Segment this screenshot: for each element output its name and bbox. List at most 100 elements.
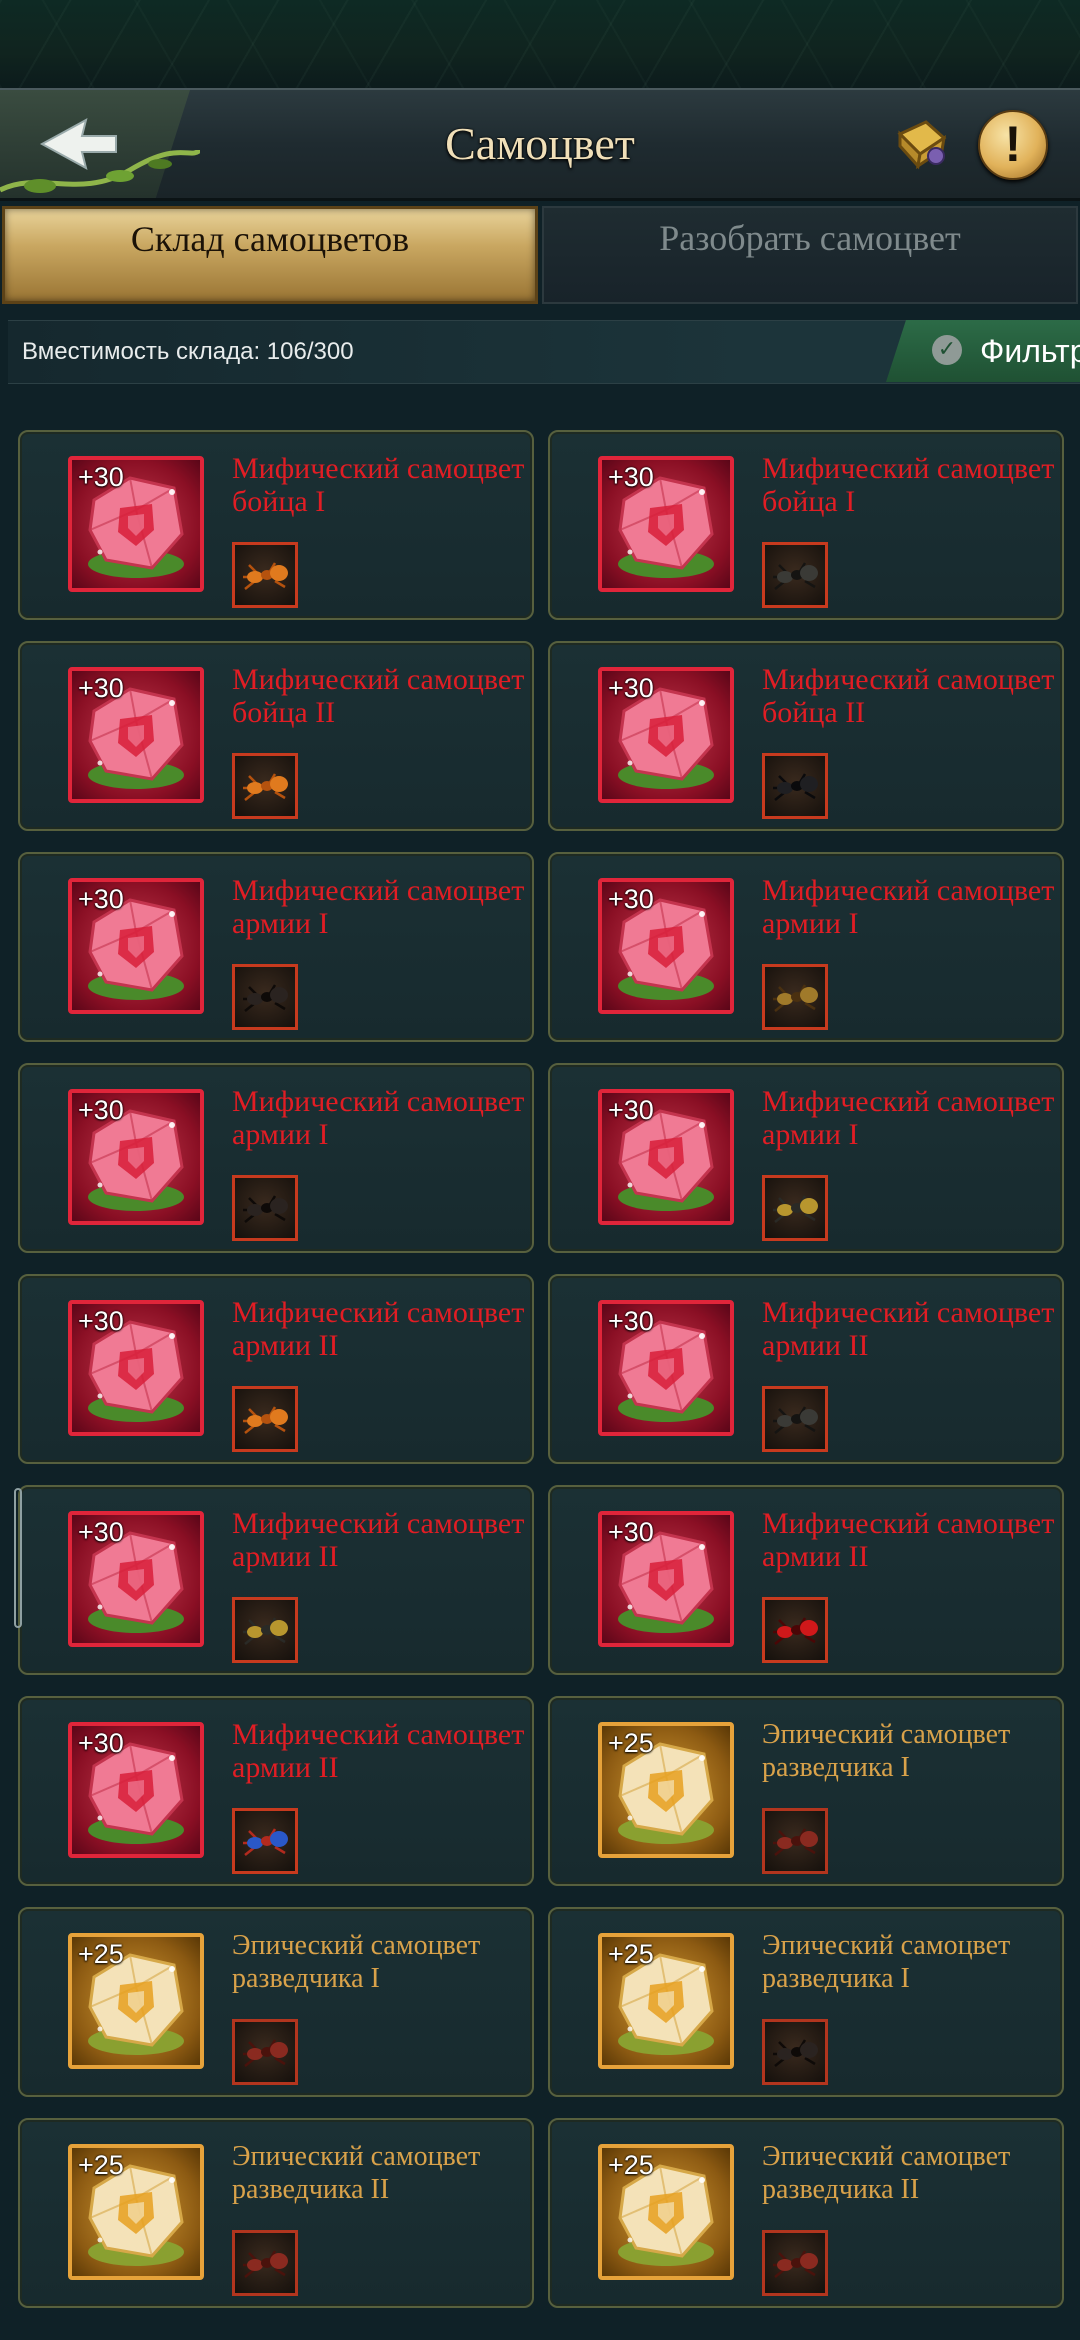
gem-card[interactable]: +30 Мифический самоцвет армии II <box>548 1485 1064 1675</box>
gem-name: Мифический самоцвет армии II <box>762 1296 1055 1362</box>
gem-icon-frame: +25 <box>68 2144 204 2280</box>
mantis-icon <box>232 1597 298 1663</box>
gem-card[interactable]: +25 Эпический самоцвет разведчика I <box>548 1907 1064 2097</box>
gem-card[interactable]: +25 Эпический самоцвет разведчика I <box>548 1696 1064 1886</box>
gem-name: Эпический самоцвет разведчика II <box>762 2141 1011 2205</box>
gem-name: Мифический самоцвет бойца I <box>232 452 525 518</box>
gem-icon-frame: +30 <box>598 456 734 592</box>
gem-card[interactable]: +30 Мифический самоцвет бойца II <box>548 641 1064 831</box>
gem-level: +25 <box>608 2150 654 2180</box>
info-button[interactable]: ! <box>978 110 1048 180</box>
gem-name: Эпический самоцвет разведчика I <box>232 1930 481 1994</box>
stag-beetle-icon <box>762 753 828 819</box>
gem-name: Эпический самоцвет разведчика I <box>762 1719 1011 1783</box>
red-ant-icon <box>762 1808 828 1874</box>
gem-icon-frame: +30 <box>68 878 204 1014</box>
spider-icon <box>762 964 828 1030</box>
gem-card[interactable]: +25 Эпический самоцвет разведчика II <box>548 2118 1064 2308</box>
gem-level: +30 <box>608 462 654 492</box>
gem-card[interactable]: +30 Мифический самоцвет армии II <box>18 1485 534 1675</box>
gem-card[interactable]: +30 Мифический самоцвет армии II <box>548 1274 1064 1464</box>
gem-card[interactable]: +30 Мифический самоцвет армии I <box>18 852 534 1042</box>
check-icon: ✓ <box>932 335 962 365</box>
gem-level: +30 <box>78 1095 124 1125</box>
gem-name: Мифический самоцвет армии II <box>232 1507 525 1573</box>
tab-gem-storage-label: Склад самоцветов <box>130 219 410 259</box>
mantis-icon <box>762 1175 828 1241</box>
beetle-icon <box>762 1386 828 1452</box>
gem-level: +30 <box>608 673 654 703</box>
gem-icon-frame: +30 <box>68 667 204 803</box>
gem-icon-frame: +30 <box>68 1722 204 1858</box>
gem-card[interactable]: +30 Мифический самоцвет армии I <box>548 852 1064 1042</box>
black-ant-icon <box>762 2019 828 2085</box>
gem-name: Мифический самоцвет армии I <box>232 874 525 940</box>
gem-level: +30 <box>78 884 124 914</box>
gem-icon-frame: +30 <box>68 1300 204 1436</box>
gem-level: +25 <box>78 2150 124 2180</box>
gem-card[interactable]: +30 Мифический самоцвет бойца II <box>18 641 534 831</box>
gem-icon-frame: +25 <box>598 1722 734 1858</box>
blue-ant-icon <box>232 1808 298 1874</box>
scroll-book-icon[interactable] <box>894 116 950 172</box>
gem-name: Мифический самоцвет армии I <box>762 874 1055 940</box>
gem-name: Мифический самоцвет бойца II <box>232 663 525 729</box>
red-beetle-icon <box>762 1597 828 1663</box>
tab-dismantle-gem-label: Разобрать самоцвет <box>659 218 961 258</box>
gem-level: +30 <box>608 1306 654 1336</box>
gem-icon-frame: +25 <box>68 1933 204 2069</box>
gem-name: Мифический самоцвет армии I <box>762 1085 1055 1151</box>
black-ant-icon <box>232 964 298 1030</box>
gem-card[interactable]: +30 Мифический самоцвет армии II <box>18 1274 534 1464</box>
red-ant-icon <box>232 2019 298 2085</box>
orange-ant-icon <box>232 542 298 608</box>
gem-name: Эпический самоцвет разведчика II <box>232 2141 481 2205</box>
gem-icon-frame: +25 <box>598 2144 734 2280</box>
gem-icon-frame: +30 <box>598 1511 734 1647</box>
filter-button[interactable]: ✓ Фильтр <box>886 320 1080 382</box>
gem-level: +30 <box>608 1517 654 1547</box>
gem-card[interactable]: +30 Мифический самоцвет армии I <box>548 1063 1064 1253</box>
gem-card[interactable]: +25 Эпический самоцвет разведчика II <box>18 2118 534 2308</box>
gem-name: Мифический самоцвет армии II <box>232 1718 525 1784</box>
orange-ant-icon <box>232 753 298 819</box>
gem-level: +25 <box>608 1939 654 1969</box>
gem-icon-frame: +30 <box>598 667 734 803</box>
gem-name: Мифический самоцвет армии II <box>232 1296 525 1362</box>
gem-level: +30 <box>78 462 124 492</box>
red-ant-icon <box>762 2230 828 2296</box>
gem-card[interactable]: +30 Мифический самоцвет бойца I <box>548 430 1064 620</box>
tab-gem-storage[interactable]: Склад самоцветов <box>2 206 538 304</box>
gem-icon-frame: +30 <box>68 1511 204 1647</box>
red-ant-icon <box>232 2230 298 2296</box>
gem-name: Мифический самоцвет армии I <box>232 1085 525 1151</box>
gem-name: Эпический самоцвет разведчика I <box>762 1930 1011 1994</box>
filter-label: Фильтр <box>980 333 1080 369</box>
top-decoration <box>0 0 1080 90</box>
gem-level: +30 <box>78 1728 124 1758</box>
gem-level: +30 <box>78 673 124 703</box>
gem-card[interactable]: +25 Эпический самоцвет разведчика I <box>18 1907 534 2097</box>
beetle-icon <box>762 542 828 608</box>
gem-card[interactable]: +30 Мифический самоцвет армии II <box>18 1696 534 1886</box>
orange-ant-icon <box>232 1386 298 1452</box>
gem-level: +25 <box>608 1728 654 1758</box>
gem-icon-frame: +30 <box>598 1300 734 1436</box>
gem-card[interactable]: +30 Мифический самоцвет бойца I <box>18 430 534 620</box>
gem-level: +30 <box>78 1517 124 1547</box>
gem-icon-frame: +25 <box>598 1933 734 2069</box>
gem-icon-frame: +30 <box>598 1089 734 1225</box>
gem-level: +30 <box>78 1306 124 1336</box>
gem-level: +30 <box>608 884 654 914</box>
black-ant-icon <box>232 1175 298 1241</box>
gem-level: +25 <box>78 1939 124 1969</box>
tab-dismantle-gem[interactable]: Разобрать самоцвет <box>542 206 1078 304</box>
gem-name: Мифический самоцвет бойца II <box>762 663 1055 729</box>
scrollbar[interactable] <box>14 1488 22 1628</box>
gem-icon-frame: +30 <box>598 878 734 1014</box>
gem-name: Мифический самоцвет бойца I <box>762 452 1055 518</box>
gem-name: Мифический самоцвет армии II <box>762 1507 1055 1573</box>
gem-icon-frame: +30 <box>68 1089 204 1225</box>
gem-card[interactable]: +30 Мифический самоцвет армии I <box>18 1063 534 1253</box>
storage-capacity: Вместимость склада: 106/300 <box>22 338 354 365</box>
